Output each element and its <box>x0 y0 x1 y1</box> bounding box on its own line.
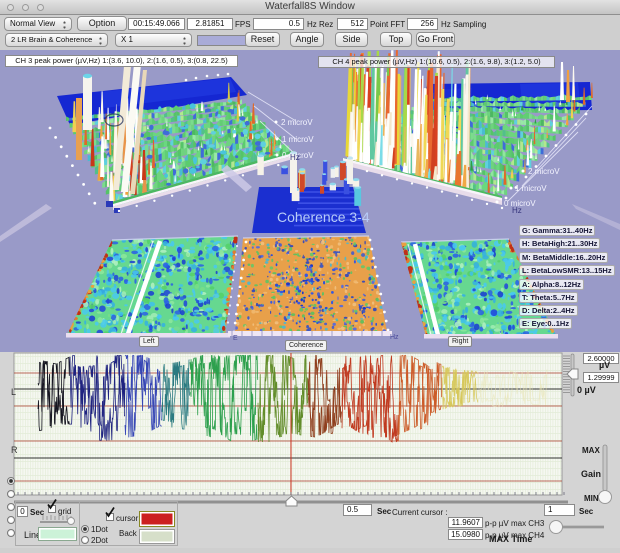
svg-text:Hz: Hz <box>512 206 522 215</box>
svg-text:1 microV: 1 microV <box>282 135 314 144</box>
svg-text:E: E <box>233 335 238 342</box>
svg-text:Coherence 3-4: Coherence 3-4 <box>277 209 370 225</box>
svg-text:Hz: Hz <box>390 334 399 341</box>
svg-text:Hz: Hz <box>290 153 300 162</box>
svg-text:1 microV: 1 microV <box>515 184 547 193</box>
svg-text:2 microV: 2 microV <box>281 118 313 127</box>
svg-text:2 microV: 2 microV <box>528 167 560 176</box>
